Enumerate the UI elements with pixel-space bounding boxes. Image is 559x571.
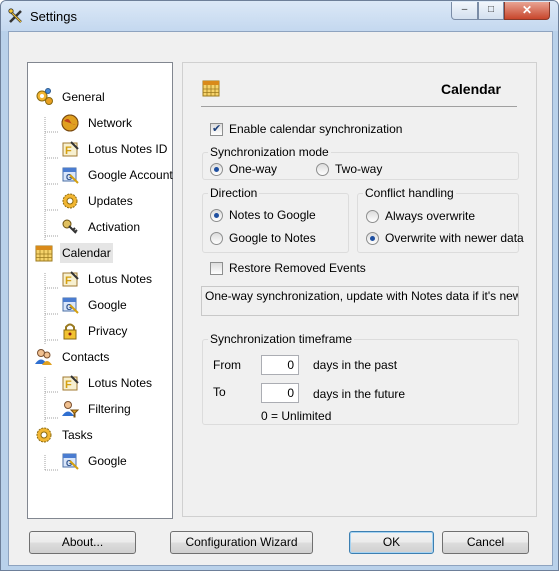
google-calendar-icon: G (62, 297, 79, 314)
tree-item-label: Google (88, 298, 127, 312)
tree-item-label: Google (88, 454, 127, 468)
window-title: Settings (30, 9, 77, 24)
key-icon (62, 219, 78, 234)
mode-description-box: One-way synchronization, update with Not… (201, 286, 519, 316)
settings-tree[interactable]: General Network F Lotus Notes ID G Google Acc… (27, 62, 173, 519)
configuration-wizard-button[interactable]: Configuration Wizard (170, 531, 313, 554)
svg-text:F: F (65, 379, 72, 391)
two-way-label: Two-way (335, 162, 383, 176)
always-overwrite-radio[interactable] (366, 210, 379, 223)
tree-item-label: Lotus Notes (88, 376, 153, 390)
lotus-notes-icon: F (62, 141, 79, 157)
panel-title: Calendar (441, 81, 501, 97)
days-past-label: days in the past (313, 358, 398, 372)
tree-item-label: General (62, 90, 105, 104)
days-future-label: days in the future (313, 387, 406, 401)
overwrite-newer-radio[interactable] (366, 232, 379, 245)
maximize-button[interactable]: □ (478, 2, 504, 20)
to-label: To (213, 385, 226, 399)
svg-text:F: F (65, 275, 72, 287)
enable-calendar-sync-checkbox[interactable] (210, 122, 223, 136)
enable-calendar-sync-label: Enable calendar synchronization (229, 122, 403, 136)
direction-title: Direction (208, 186, 260, 200)
lotus-notes-icon: F (62, 271, 79, 287)
tree-item-label: Calendar (60, 243, 113, 263)
updates-gear-icon (62, 193, 78, 209)
sync-mode-title: Synchronization mode (208, 145, 331, 159)
unlimited-note: 0 = Unlimited (261, 409, 332, 423)
overwrite-newer-label: Overwrite with newer data (385, 231, 524, 245)
calendar-icon (35, 245, 53, 262)
tree-item-label: Filtering (88, 402, 131, 416)
tree-item-label: Lotus Notes (88, 272, 153, 286)
tasks-gear-icon (36, 427, 52, 443)
title-bar[interactable]: Settings – □ ✕ (1, 1, 558, 31)
svg-text:F: F (65, 145, 72, 157)
sync-timeframe-title: Synchronization timeframe (208, 332, 355, 346)
tree-item-label: Network (88, 116, 133, 130)
gears-icon (36, 88, 53, 105)
google-calendar-icon: G (62, 453, 79, 470)
restore-removed-events-checkbox[interactable] (210, 262, 223, 275)
google-calendar-icon: G (62, 167, 79, 184)
minimize-button[interactable]: – (451, 2, 478, 20)
calendar-icon (202, 80, 220, 97)
from-label: From (213, 358, 241, 372)
settings-window: Settings – □ ✕ General Network F Lotus Note… (0, 0, 559, 571)
notes-to-google-radio[interactable] (210, 209, 223, 222)
settings-app-icon (8, 8, 22, 23)
tree-item-label: Google Account (88, 168, 173, 182)
about-button[interactable]: About... (29, 531, 136, 554)
padlock-icon (63, 323, 77, 340)
notes-to-google-label: Notes to Google (229, 208, 316, 222)
cancel-button[interactable]: Cancel (442, 531, 529, 554)
google-to-notes-label: Google to Notes (229, 231, 316, 245)
sync-timeframe-group (202, 339, 519, 425)
close-button[interactable]: ✕ (504, 2, 550, 20)
ok-button[interactable]: OK (349, 531, 434, 554)
conflict-handling-title: Conflict handling (363, 186, 456, 200)
one-way-radio[interactable] (210, 163, 223, 176)
tree-item-label: Privacy (88, 324, 128, 338)
days-future-field[interactable]: 0 (261, 383, 299, 403)
lotus-notes-icon: F (62, 375, 79, 391)
contacts-filter-icon (62, 401, 80, 418)
globe-icon (61, 114, 79, 132)
title-divider (201, 106, 517, 107)
two-way-radio[interactable] (316, 163, 329, 176)
one-way-label: One-way (229, 162, 278, 176)
tree-item-label: Tasks (62, 428, 93, 442)
tree-item-label: Activation (88, 220, 141, 234)
google-to-notes-radio[interactable] (210, 232, 223, 245)
tree-item-label: Lotus Notes ID (88, 142, 168, 156)
restore-removed-events-label: Restore Removed Events (229, 261, 366, 275)
tree-item-label: Contacts (62, 350, 110, 364)
tree-item-label: Updates (88, 194, 133, 208)
days-past-field[interactable]: 0 (261, 355, 299, 375)
always-overwrite-label: Always overwrite (385, 209, 476, 223)
contacts-icon (35, 349, 52, 365)
